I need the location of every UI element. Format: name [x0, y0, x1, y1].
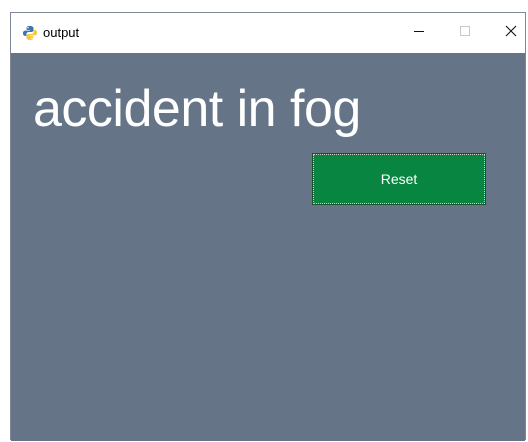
maximize-icon	[459, 24, 471, 42]
maximize-button[interactable]	[443, 13, 487, 53]
app-window: output accident in fog Reset	[10, 12, 526, 441]
main-content: accident in fog Reset	[11, 53, 525, 441]
minimize-button[interactable]	[397, 13, 441, 53]
status-label: accident in fog	[33, 80, 361, 138]
reset-button[interactable]: Reset	[312, 153, 486, 205]
window-title: output	[43, 25, 80, 40]
title-bar[interactable]: output	[11, 13, 525, 53]
close-icon	[505, 24, 517, 42]
close-button[interactable]	[489, 13, 528, 53]
python-icon	[22, 25, 38, 41]
minimize-icon	[413, 24, 425, 42]
